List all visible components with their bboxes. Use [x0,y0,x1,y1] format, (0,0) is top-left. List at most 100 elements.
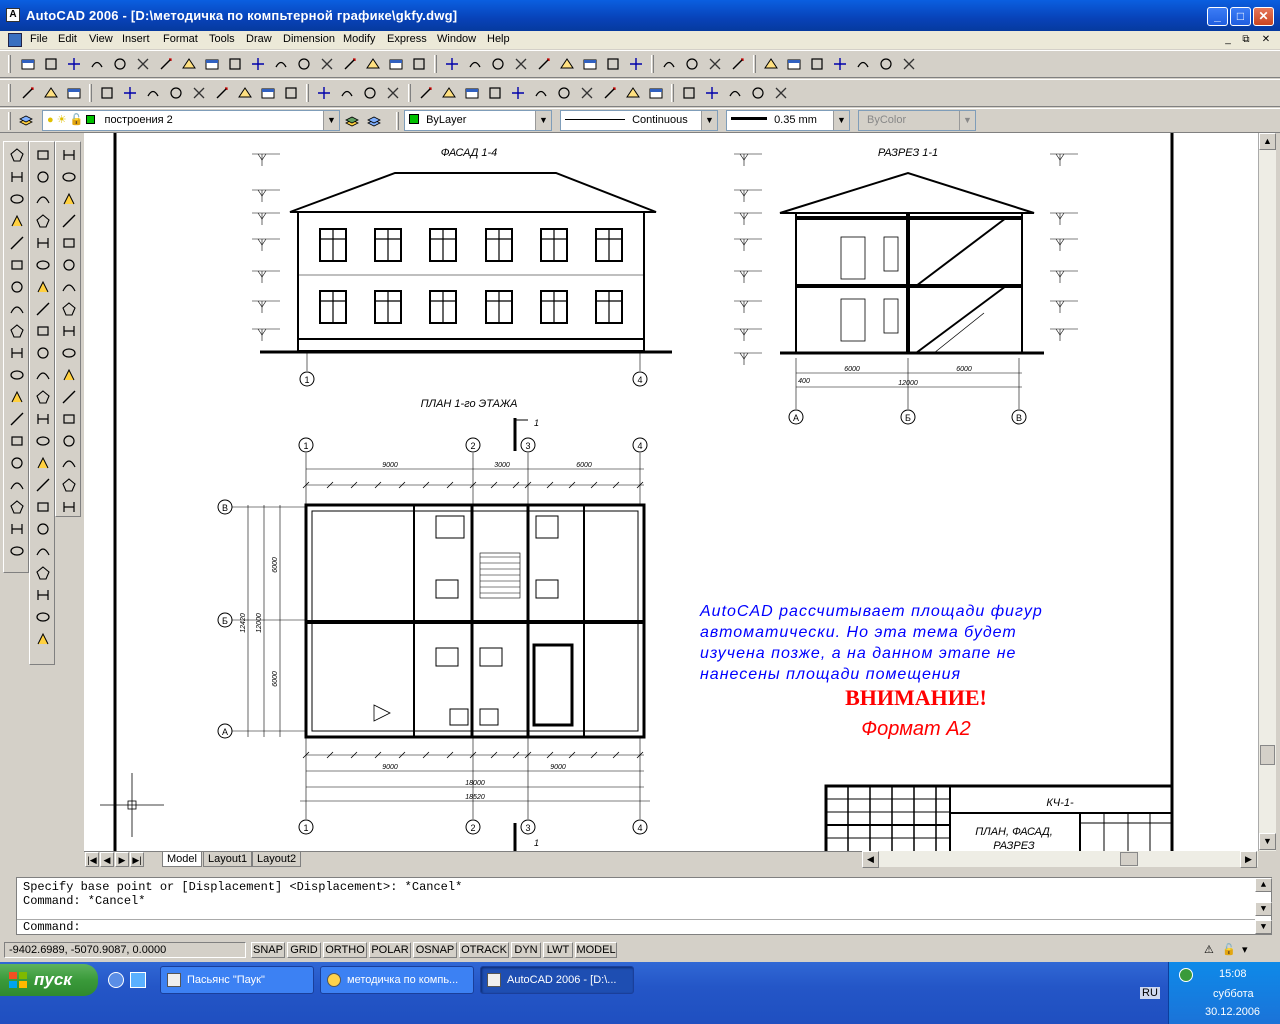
last-tab-button[interactable]: ▶| [130,852,144,867]
modify-tool-icon[interactable] [876,54,896,74]
dimension-tool-icon[interactable] [32,628,54,650]
dimension-tool-icon[interactable] [32,562,54,584]
language-indicator[interactable]: RU [1140,987,1160,999]
linetype-dropdown[interactable]: Continuous ▼ [560,110,718,131]
network-icon[interactable] [1179,968,1193,982]
dimension-tool-icon[interactable] [32,210,54,232]
modify-tool-icon[interactable] [64,54,84,74]
menu-insert[interactable]: Insert [122,33,150,45]
internet-explorer-icon[interactable] [130,972,146,988]
modify-tool-icon[interactable] [659,54,679,74]
toolbar-grip[interactable] [8,84,11,102]
draw-tool-icon[interactable] [6,452,28,474]
start-button[interactable]: пуск [0,964,98,996]
dimension-tool-icon[interactable] [32,540,54,562]
standard-tool-icon[interactable] [120,83,140,103]
minimize-button[interactable]: _ [1207,7,1228,26]
standard-tool-icon[interactable] [337,83,357,103]
chevron-down-icon[interactable]: ▼ [701,111,717,130]
draw-tool-icon[interactable] [6,496,28,518]
communication-center-icon[interactable]: ⚠ [1204,943,1214,956]
tab-layout1[interactable]: Layout1 [203,852,253,867]
dimension-tool-icon[interactable] [32,254,54,276]
scroll-up-button[interactable]: ▲ [1259,133,1276,150]
first-tab-button[interactable]: |◀ [85,852,99,867]
standard-tool-icon[interactable] [281,83,301,103]
standard-tool-icon[interactable] [531,83,551,103]
layer-previous-icon[interactable] [364,111,384,131]
dimension-tool-icon[interactable] [32,430,54,452]
modify-tool-icon[interactable] [386,54,406,74]
toolbar-grip[interactable] [8,112,11,130]
dimension-tool-icon[interactable] [32,166,54,188]
task-autocad[interactable]: AutoCAD 2006 - [D:\... [480,966,634,994]
modify-tool-icon[interactable] [271,54,291,74]
toolbar-grip[interactable] [396,112,399,130]
solid-tool-icon[interactable] [58,408,80,430]
standard-tool-icon[interactable] [577,83,597,103]
standard-tool-icon[interactable] [235,83,255,103]
draw-tool-icon[interactable] [6,408,28,430]
menu-format[interactable]: Format [163,33,198,45]
coordinates-readout[interactable]: -9402.6989, -5070.9087, 0.0000 [4,942,246,958]
standard-tool-icon[interactable] [64,83,84,103]
modify-tool-icon[interactable] [340,54,360,74]
standard-tool-icon[interactable] [41,83,61,103]
modify-tool-icon[interactable] [225,54,245,74]
modify-tool-icon[interactable] [248,54,268,74]
close-button[interactable]: ✕ [1253,7,1274,26]
standard-tool-icon[interactable] [748,83,768,103]
standard-tool-icon[interactable] [702,83,722,103]
solid-tool-icon[interactable] [58,320,80,342]
modify-tool-icon[interactable] [317,54,337,74]
modify-tool-icon[interactable] [626,54,646,74]
command-prompt[interactable]: Command: [23,920,81,934]
modify-tool-icon[interactable] [87,54,107,74]
draw-tool-icon[interactable] [6,364,28,386]
solid-tool-icon[interactable] [58,386,80,408]
standard-tool-icon[interactable] [383,83,403,103]
modify-tool-icon[interactable] [728,54,748,74]
scroll-thumb[interactable] [1260,745,1275,765]
dimension-tool-icon[interactable] [32,496,54,518]
ortho-toggle[interactable]: ORTHO [323,942,367,958]
solid-tool-icon[interactable] [58,430,80,452]
modify-tool-icon[interactable] [442,54,462,74]
dimension-tool-icon[interactable] [32,364,54,386]
draw-tool-icon[interactable] [6,386,28,408]
standard-tool-icon[interactable] [623,83,643,103]
standard-tool-icon[interactable] [143,83,163,103]
standard-tool-icon[interactable] [646,83,666,103]
standard-tool-icon[interactable] [462,83,482,103]
draw-tool-icon[interactable] [6,518,28,540]
model-toggle[interactable]: MODEL [575,942,617,958]
menu-help[interactable]: Help [487,33,510,45]
modify-tool-icon[interactable] [202,54,222,74]
chevron-down-icon[interactable]: ▼ [833,111,849,130]
chevron-down-icon[interactable]: ▼ [535,111,551,130]
solid-tool-icon[interactable] [58,166,80,188]
standard-tool-icon[interactable] [314,83,334,103]
modify-tool-icon[interactable] [133,54,153,74]
color-dropdown[interactable]: ByLayer ▼ [404,110,552,131]
solid-tool-icon[interactable] [58,188,80,210]
draw-tool-icon[interactable] [6,430,28,452]
layer-dropdown[interactable]: ● ☀ 🔓 построения 2 ▼ [42,110,340,131]
modify-tool-icon[interactable] [511,54,531,74]
modify-tool-icon[interactable] [557,54,577,74]
doc-restore-button[interactable]: ⧉ [1238,33,1254,47]
draw-tool-icon[interactable] [6,298,28,320]
draw-tool-icon[interactable] [6,232,28,254]
dimension-tool-icon[interactable] [32,144,54,166]
osnap-toggle[interactable]: OSNAP [413,942,457,958]
modify-tool-icon[interactable] [603,54,623,74]
solid-tool-icon[interactable] [58,254,80,276]
standard-tool-icon[interactable] [212,83,232,103]
dimension-tool-icon[interactable] [32,452,54,474]
menu-dimension[interactable]: Dimension [283,33,335,45]
vertical-scrollbar[interactable]: ▲ ▼ [1258,133,1276,851]
document-icon[interactable] [8,33,22,47]
title-bar[interactable]: A AutoCAD 2006 - [D:\методичка по компьт… [0,0,1280,31]
autocad-icon[interactable]: A [6,8,20,22]
modify-tool-icon[interactable] [534,54,554,74]
